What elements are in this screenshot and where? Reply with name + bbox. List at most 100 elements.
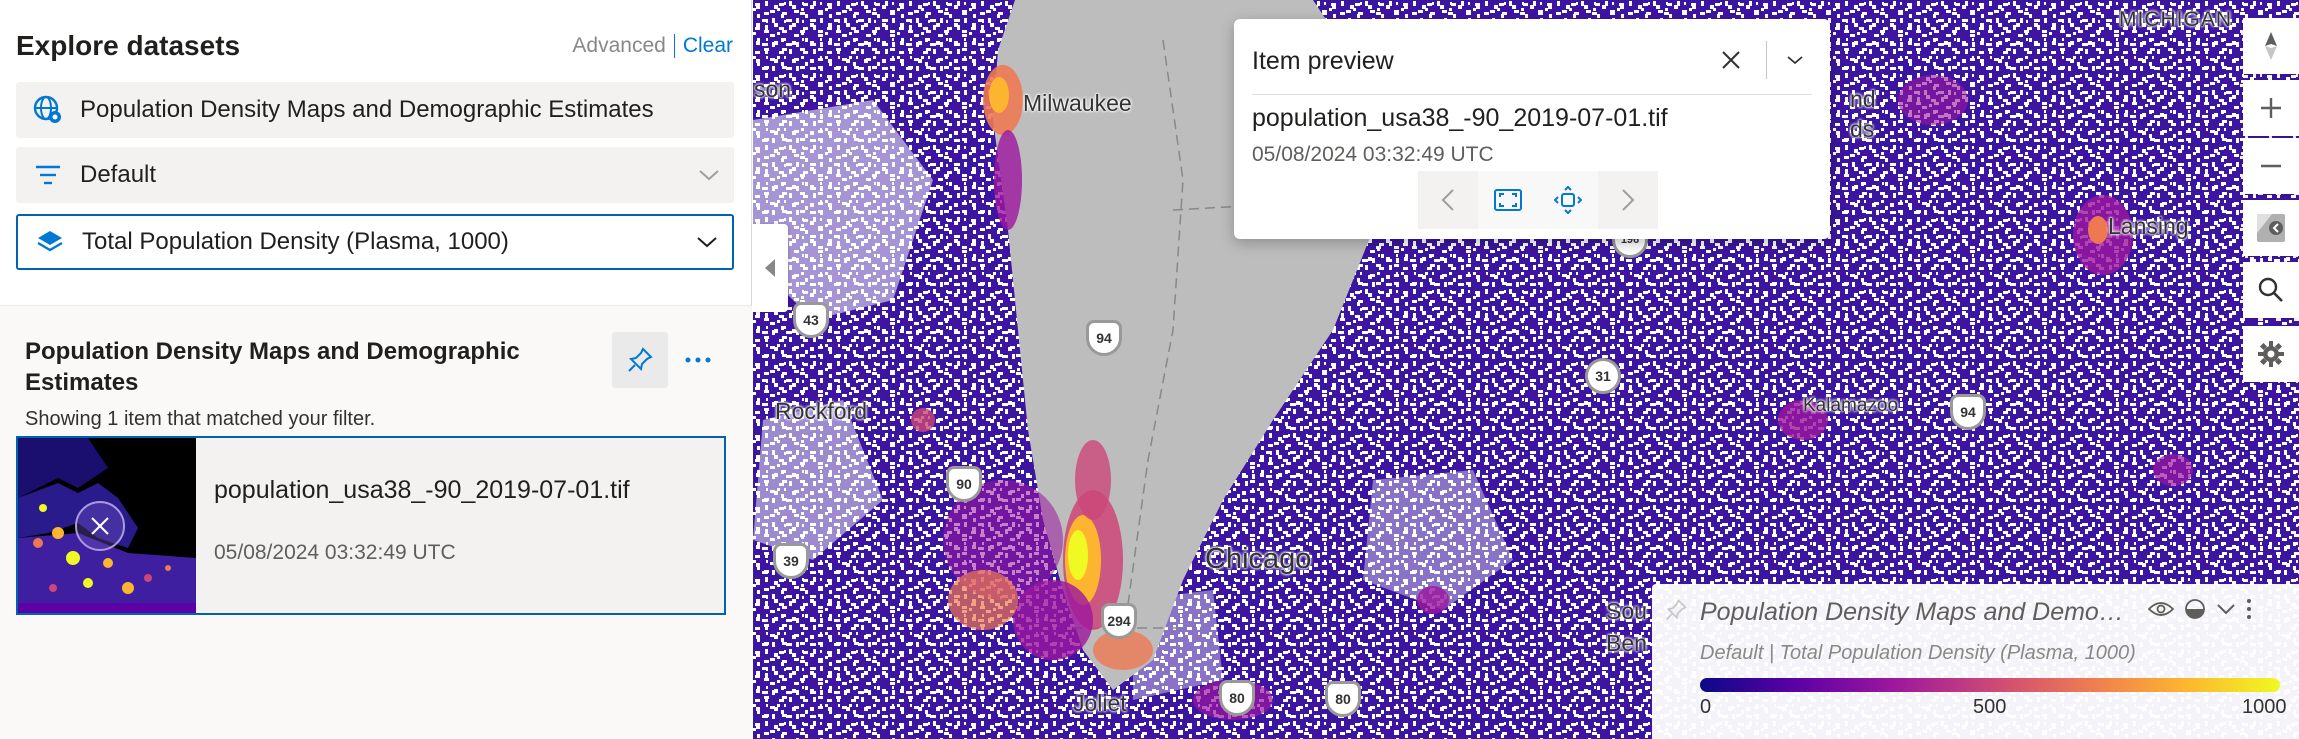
search-results: Population Density Maps and Demographic … bbox=[0, 305, 752, 739]
chevron-right-icon bbox=[1622, 189, 1635, 211]
search-icon bbox=[2258, 277, 2283, 302]
caret-left-icon bbox=[765, 259, 775, 277]
results-count: Showing 1 item that matched your filter. bbox=[25, 408, 376, 430]
compass-icon bbox=[2265, 32, 2277, 60]
advanced-link[interactable]: Advanced bbox=[572, 34, 665, 58]
legend-title: Population Density Maps and Demog... bbox=[1700, 598, 2130, 626]
legend-more-button[interactable] bbox=[2246, 598, 2252, 625]
map-label-joliet: Joliet bbox=[1073, 690, 1127, 716]
map-label-kalamazoo: Kalamazoo bbox=[1803, 395, 1899, 416]
preview-header-separator bbox=[1766, 41, 1767, 79]
map-label-south-bend-part2: Ben bbox=[1606, 630, 1647, 656]
map-search-button[interactable] bbox=[2243, 262, 2299, 318]
result-filename: population_usa38_-90_2019-07-01.tif bbox=[214, 476, 630, 504]
map-legend: Population Density Maps and Demog... Def… bbox=[1652, 584, 2299, 739]
more-options-button[interactable] bbox=[676, 332, 720, 388]
highway-shield-80: 80 bbox=[1219, 680, 1255, 716]
clear-link[interactable]: Clear bbox=[683, 34, 733, 58]
map-label-son: son bbox=[754, 76, 792, 102]
chevron-left-icon bbox=[1441, 189, 1454, 211]
chevron-down-icon bbox=[2217, 604, 2235, 615]
globe-icon bbox=[16, 95, 80, 125]
highway-shield-39: 39 bbox=[773, 543, 809, 579]
map-label-grand-rapids-part1: nd bbox=[1850, 86, 1876, 112]
zoom-out-button[interactable] bbox=[2243, 138, 2299, 194]
preview-filename: population_usa38_-90_2019-07-01.tif bbox=[1252, 104, 1668, 132]
fullscreen-icon bbox=[1494, 189, 1522, 211]
highway-shield-94: 94 bbox=[1950, 394, 1986, 430]
map-style-button[interactable] bbox=[2243, 200, 2299, 256]
map-style-icon bbox=[2257, 214, 2285, 242]
layer-dropdown[interactable]: Total Population Density (Plasma, 1000) bbox=[16, 214, 734, 270]
result-info: population_usa38_-90_2019-07-01.tif 05/0… bbox=[196, 438, 630, 613]
layers-icon bbox=[18, 228, 82, 256]
move-center-icon bbox=[1554, 186, 1582, 214]
highway-shield-31: 31 bbox=[1585, 358, 1621, 394]
preview-title: Item preview bbox=[1252, 47, 1394, 75]
opacity-icon bbox=[2185, 599, 2205, 619]
legend-colorbar bbox=[1700, 678, 2280, 692]
collapse-panel-button[interactable] bbox=[752, 224, 788, 312]
legend-mid-label: 500 bbox=[1973, 696, 2007, 718]
result-thumbnail bbox=[18, 438, 196, 613]
legend-max-label: 1000 bbox=[2242, 696, 2287, 718]
zoom-to-extent-button[interactable] bbox=[1478, 171, 1538, 229]
map-label-chicago: Chicago bbox=[1205, 543, 1312, 575]
gear-icon bbox=[2258, 341, 2284, 367]
chevron-down-icon bbox=[1787, 56, 1803, 65]
highway-shield-294: 294 bbox=[1101, 603, 1137, 639]
collection-selector[interactable]: Population Density Maps and Demographic … bbox=[16, 82, 734, 138]
filter-dropdown[interactable]: Default bbox=[16, 147, 734, 203]
chevron-down-icon bbox=[684, 168, 734, 182]
preview-date: 05/08/2024 03:32:49 UTC bbox=[1252, 143, 1494, 166]
previous-item-button[interactable] bbox=[1418, 171, 1478, 229]
legend-pin-icon[interactable] bbox=[1664, 598, 1688, 627]
legend-collapse-button[interactable] bbox=[2216, 602, 2236, 621]
filter-value: Default bbox=[80, 161, 157, 188]
center-item-button[interactable] bbox=[1538, 171, 1598, 229]
legend-min-label: 0 bbox=[1700, 696, 1712, 718]
highway-shield-43: 43 bbox=[793, 302, 829, 338]
map-label-grand-rapids-part2: ds bbox=[1850, 116, 1875, 142]
next-item-button[interactable] bbox=[1598, 171, 1658, 229]
preview-toolbar bbox=[1418, 171, 1658, 229]
filter-icon bbox=[16, 163, 80, 187]
map-label-lansing: Lansing bbox=[2108, 213, 2189, 239]
compass-button[interactable] bbox=[2243, 18, 2299, 74]
close-icon bbox=[1722, 51, 1740, 69]
map-label-rockford: Rockford bbox=[775, 398, 868, 424]
result-date: 05/08/2024 03:32:49 UTC bbox=[214, 541, 456, 564]
zoom-in-button[interactable] bbox=[2243, 80, 2299, 136]
legend-subtitle: Default | Total Population Density (Plas… bbox=[1700, 642, 2136, 664]
plus-icon bbox=[2261, 98, 2281, 118]
chevron-down-icon bbox=[682, 235, 732, 249]
layer-value: Total Population Density (Plasma, 1000) bbox=[82, 228, 509, 255]
map-settings-button[interactable] bbox=[2243, 326, 2299, 382]
collapse-preview-button[interactable] bbox=[1778, 43, 1812, 77]
eye-icon bbox=[2147, 602, 2175, 616]
map-label-michigan: MICHIGAN bbox=[2119, 8, 2232, 31]
map-label-south-bend-part1: Sou bbox=[1606, 598, 1647, 624]
results-title: Population Density Maps and Demographic … bbox=[25, 338, 520, 396]
ellipsis-icon bbox=[685, 357, 711, 363]
header-separator bbox=[673, 34, 675, 58]
minus-icon bbox=[2261, 164, 2281, 168]
preview-divider bbox=[1252, 94, 1812, 95]
highway-shield-94: 94 bbox=[1086, 320, 1122, 356]
opacity-toggle[interactable] bbox=[2184, 598, 2206, 625]
panel-title: Explore datasets bbox=[16, 30, 241, 61]
map-label-milwaukee: Milwaukee bbox=[1023, 90, 1132, 116]
collection-name: Population Density Maps and Demographic … bbox=[80, 96, 654, 123]
vertical-ellipsis-icon bbox=[2247, 599, 2251, 619]
explore-panel: Explore datasets Advanced Clear Populati… bbox=[0, 0, 752, 739]
legend-actions bbox=[2147, 598, 2252, 625]
highway-shield-90: 90 bbox=[946, 466, 982, 502]
highway-shield-80: 80 bbox=[1325, 681, 1361, 717]
close-preview-button[interactable] bbox=[1714, 43, 1748, 77]
pin-icon bbox=[628, 347, 653, 372]
visibility-toggle[interactable] bbox=[2147, 600, 2175, 623]
pin-button[interactable] bbox=[612, 332, 668, 388]
result-item[interactable]: population_usa38_-90_2019-07-01.tif 05/0… bbox=[16, 436, 726, 615]
item-preview-popup: Item preview population_usa38_-90_2019-0… bbox=[1234, 19, 1830, 239]
header-actions: Advanced Clear bbox=[572, 34, 733, 58]
